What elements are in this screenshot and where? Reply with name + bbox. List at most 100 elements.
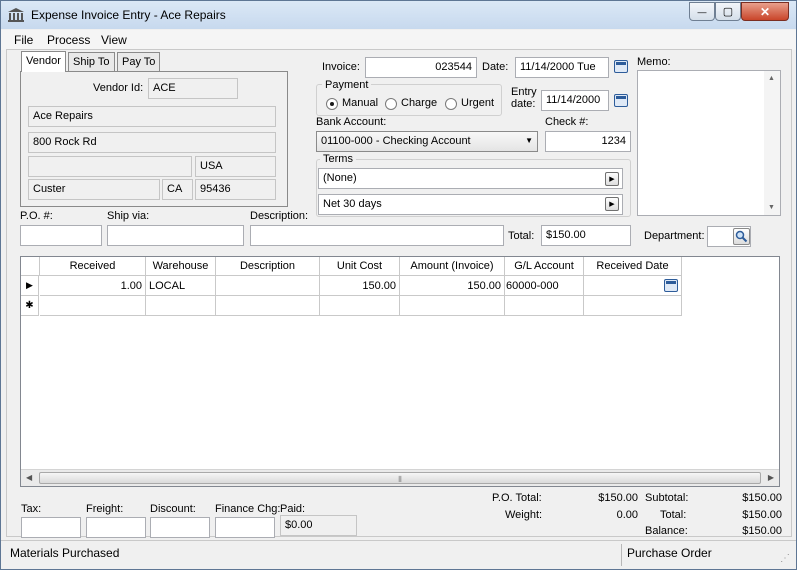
tab-pay-to[interactable]: Pay To	[117, 52, 161, 72]
entry-date-label-2: date:	[511, 98, 536, 110]
weight-value: 0.00	[616, 509, 638, 521]
vendor-country-field[interactable]: USA	[195, 156, 276, 177]
payment-charge-label: Charge	[401, 97, 438, 109]
menu-view[interactable]: View	[101, 33, 127, 47]
entry-date-field[interactable]: 11/14/2000	[541, 90, 609, 111]
entry-date-label-1: Entry	[511, 86, 537, 98]
calendar-icon[interactable]	[614, 60, 628, 73]
cell-gl-account[interactable]: 60000-000	[505, 276, 584, 296]
close-button[interactable]: ✕	[741, 2, 789, 21]
department-lookup-button[interactable]	[733, 228, 750, 245]
resize-grip-icon[interactable]: ⋰	[780, 553, 790, 564]
new-row-cell[interactable]	[146, 296, 216, 316]
date-label: Date:	[482, 61, 509, 73]
po-field[interactable]	[20, 225, 102, 246]
new-row-cell[interactable]	[584, 296, 682, 316]
new-row-cell[interactable]	[400, 296, 505, 316]
bank-icon	[8, 8, 24, 22]
bank-account-select[interactable]: 01100-000 - Checking Account ▼	[316, 131, 538, 152]
cell-amount[interactable]: 150.00	[400, 276, 505, 296]
status-left: Materials Purchased	[10, 546, 120, 560]
new-row-cell[interactable]	[320, 296, 400, 316]
cell-unit-cost[interactable]: 150.00	[320, 276, 400, 296]
status-separator	[621, 544, 622, 566]
cell-warehouse[interactable]: LOCAL	[146, 276, 216, 296]
col-warehouse[interactable]: Warehouse	[146, 257, 216, 276]
memo-textarea[interactable]: ▲ ▼	[637, 70, 781, 216]
new-row-cell[interactable]	[505, 296, 584, 316]
terms-lookup-button-2[interactable]: ▶	[605, 197, 619, 211]
scroll-thumb[interactable]: ⦀	[39, 472, 761, 484]
arrow-right-icon: ▶	[609, 176, 615, 183]
vendor-address2-field[interactable]	[28, 156, 192, 177]
minimize-button[interactable]: —	[689, 2, 715, 21]
new-row-cell[interactable]	[40, 296, 146, 316]
minimize-icon: —	[697, 6, 707, 17]
po-total-value: $150.00	[598, 492, 638, 504]
terms-value-1: (None)	[323, 172, 357, 184]
vendor-city-field[interactable]: Custer	[28, 179, 160, 200]
tab-ship-to[interactable]: Ship To	[68, 52, 115, 72]
vendor-zip-field[interactable]: 95436	[195, 179, 276, 200]
cell-received[interactable]: 1.00	[40, 276, 146, 296]
date-field[interactable]: 11/14/2000 Tue	[515, 57, 609, 78]
freight-label: Freight:	[86, 503, 124, 515]
scroll-down-icon[interactable]: ▼	[768, 204, 775, 211]
line-items-grid[interactable]: Received Warehouse Description Unit Cost…	[20, 256, 780, 487]
new-row-cell[interactable]	[216, 296, 320, 316]
paid-label: Paid:	[280, 503, 306, 515]
terms-field-1[interactable]: (None)	[318, 168, 623, 189]
freight-field[interactable]	[86, 517, 146, 538]
grid-corner-header	[21, 257, 40, 276]
col-received[interactable]: Received	[40, 257, 146, 276]
magnifier-icon	[735, 230, 748, 243]
vendor-name-field[interactable]: Ace Repairs	[28, 106, 276, 127]
payment-urgent-radio[interactable]	[445, 98, 457, 110]
menu-bar: File Process View	[1, 30, 796, 50]
cell-description[interactable]	[216, 276, 320, 296]
scroll-up-icon[interactable]: ▲	[768, 75, 775, 82]
entry-calendar-icon[interactable]	[614, 94, 628, 107]
payment-charge-radio[interactable]	[385, 98, 397, 110]
discount-field[interactable]	[150, 517, 210, 538]
received-date-calendar-icon[interactable]	[664, 279, 678, 292]
total-field[interactable]: $150.00	[541, 225, 631, 246]
menu-file[interactable]: File	[14, 33, 33, 47]
memo-scrollbar[interactable]: ▲ ▼	[764, 71, 780, 215]
scroll-right-icon[interactable]: ▶	[768, 473, 774, 482]
new-row-indicator[interactable]: ✱	[21, 296, 39, 316]
description-field[interactable]	[250, 225, 504, 246]
terms-lookup-button-1[interactable]: ▶	[605, 172, 619, 186]
col-unit-cost[interactable]: Unit Cost	[320, 257, 400, 276]
invoice-field[interactable]: 023544	[365, 57, 477, 78]
vendor-state-field[interactable]: CA	[162, 179, 193, 200]
terms-field-2[interactable]: Net 30 days	[318, 194, 623, 215]
current-row-indicator[interactable]: ▶	[21, 276, 39, 296]
check-field[interactable]: 1234	[545, 131, 631, 152]
col-description[interactable]: Description	[216, 257, 320, 276]
dropdown-arrow-icon: ▼	[525, 136, 533, 145]
payment-urgent-label: Urgent	[461, 97, 495, 109]
col-received-date[interactable]: Received Date	[584, 257, 682, 276]
subtotal-label: Subtotal:	[645, 492, 689, 504]
payment-manual-radio[interactable]	[326, 98, 338, 110]
vendor-address1-field[interactable]: 800 Rock Rd	[28, 132, 276, 153]
ship-via-field[interactable]	[107, 225, 244, 246]
finance-charge-field[interactable]	[215, 517, 275, 538]
bank-account-label: Bank Account:	[316, 116, 387, 128]
grid-horizontal-scrollbar[interactable]: ◀ ⦀ ▶	[21, 469, 779, 486]
memo-label: Memo:	[637, 56, 671, 68]
finance-charge-label: Finance Chg:	[215, 503, 281, 515]
tax-label: Tax:	[21, 503, 42, 515]
weight-label: Weight:	[505, 509, 543, 521]
maximize-button[interactable]: ▢	[715, 2, 741, 21]
vendor-id-field[interactable]: ACE	[148, 78, 238, 99]
footer-total-label: Total:	[660, 509, 687, 521]
scroll-left-icon[interactable]: ◀	[26, 473, 32, 482]
tab-vendor[interactable]: Vendor	[21, 51, 66, 72]
col-amount[interactable]: Amount (Invoice)	[400, 257, 505, 276]
col-gl-account[interactable]: G/L Account	[505, 257, 584, 276]
tax-field[interactable]	[21, 517, 81, 538]
menu-process[interactable]: Process	[47, 33, 90, 47]
subtotal-value: $150.00	[742, 492, 782, 504]
